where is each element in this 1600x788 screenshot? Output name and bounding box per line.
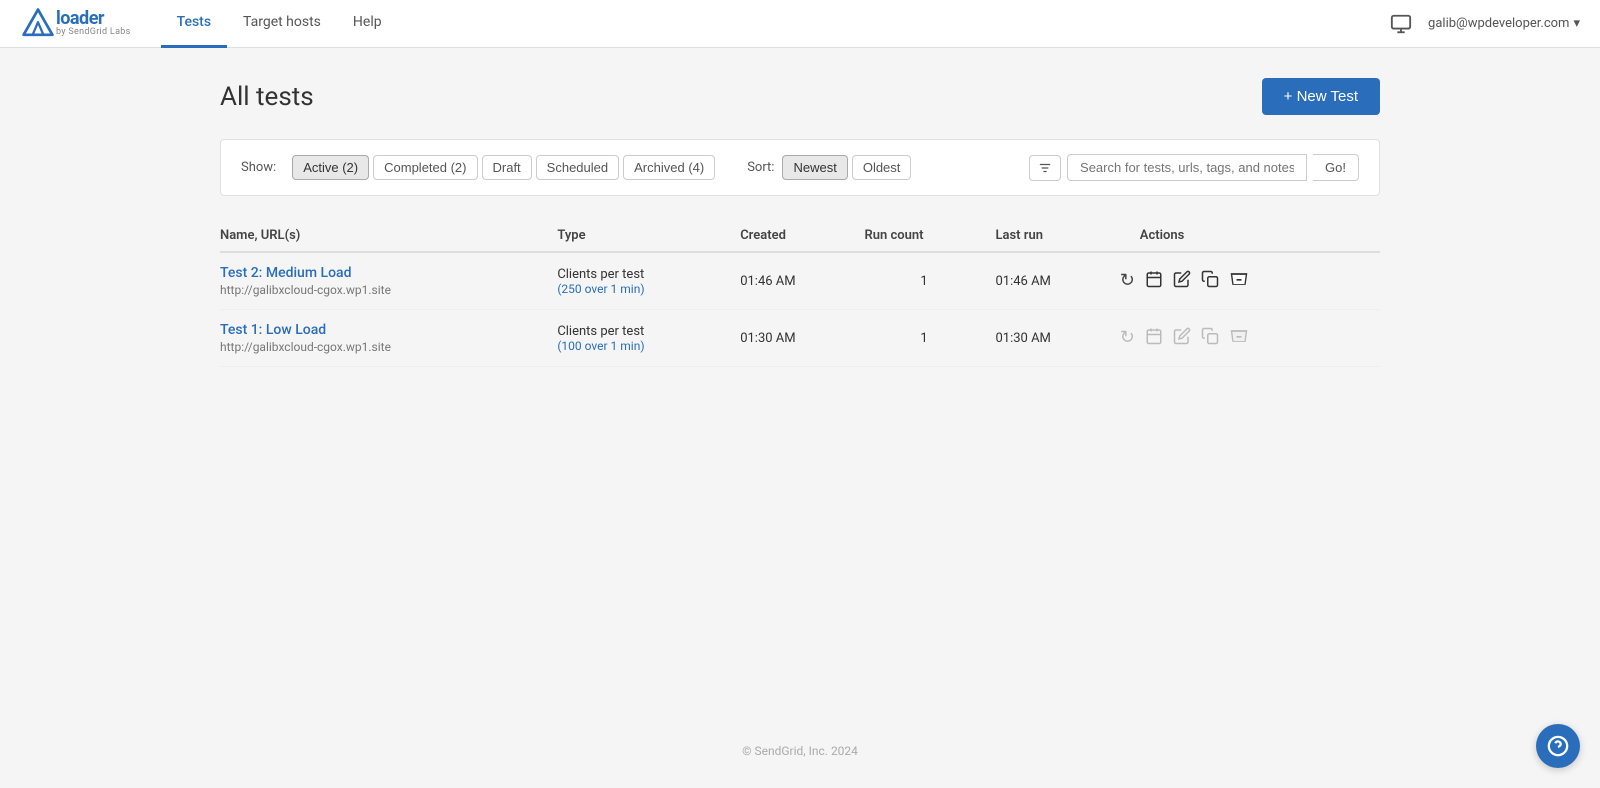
chevron-down-icon: ▾ — [1573, 16, 1580, 31]
page-header: All tests + New Test — [220, 78, 1380, 115]
filter-bar: Show: Active (2) Completed (2) Draft Sch… — [220, 139, 1380, 196]
row2-actions: ↻ — [1120, 327, 1368, 349]
search-input[interactable] — [1067, 154, 1307, 181]
tests-table: Name, URL(s) Type Created Run count Last… — [220, 220, 1380, 367]
table-row: Test 1: Low Load http://galibxcloud-cgox… — [220, 310, 1380, 367]
user-menu[interactable]: galib@wpdeveloper.com ▾ — [1428, 16, 1580, 31]
sort-label: Sort: — [747, 160, 774, 175]
row2-copy-icon — [1201, 327, 1219, 349]
filter-tab-completed[interactable]: Completed (2) — [373, 155, 477, 180]
nav-links: Tests Target hosts Help — [161, 0, 398, 47]
search-go-button[interactable]: Go! — [1313, 154, 1359, 181]
new-test-button[interactable]: + New Test — [1262, 78, 1380, 115]
brand-sub-label: by SendGrid Labs — [56, 28, 131, 38]
nav-tests[interactable]: Tests — [161, 0, 227, 48]
help-circle-icon — [1547, 735, 1569, 757]
page-title: All tests — [220, 82, 314, 112]
row2-name-link[interactable]: Test 1: Low Load — [220, 322, 326, 338]
sort-oldest-button[interactable]: Oldest — [852, 155, 912, 180]
row1-edit-icon[interactable] — [1173, 270, 1191, 292]
row1-actions: ↻ — [1120, 270, 1368, 292]
nav-right: galib@wpdeveloper.com ▾ — [1390, 13, 1580, 35]
chat-icon-button[interactable] — [1390, 13, 1412, 35]
row1-type-detail: (250 over 1 min) — [557, 282, 728, 296]
col-run-count: Run count — [865, 220, 996, 252]
row2-last-run: 01:30 AM — [995, 310, 1119, 367]
table-header: Name, URL(s) Type Created Run count Last… — [220, 220, 1380, 252]
row1-name-link[interactable]: Test 2: Medium Load — [220, 265, 351, 281]
row1-archive-icon[interactable] — [1229, 270, 1249, 292]
col-actions: Actions — [1120, 220, 1380, 252]
row1-rerun-icon[interactable]: ↻ — [1120, 272, 1135, 290]
nav-target-hosts[interactable]: Target hosts — [227, 0, 337, 48]
col-name: Name, URL(s) — [220, 220, 557, 252]
row2-created: 01:30 AM — [740, 310, 864, 367]
row2-archive-icon — [1229, 327, 1249, 349]
row2-actions-cell: ↻ — [1120, 310, 1380, 367]
footer: © SendGrid, Inc. 2024 — [0, 724, 1600, 778]
row2-schedule-icon — [1145, 327, 1163, 349]
brand-text: loader by SendGrid Labs — [56, 9, 131, 39]
sort-section: Sort: Newest Oldest — [747, 155, 911, 180]
loader-logo-icon — [20, 6, 56, 42]
row1-type-label: Clients per test — [557, 267, 728, 282]
row2-type-detail: (100 over 1 min) — [557, 339, 728, 353]
row1-name-cell: Test 2: Medium Load http://galibxcloud-c… — [220, 252, 557, 310]
show-label: Show: — [241, 160, 276, 175]
row1-run-count: 1 — [865, 252, 996, 310]
row1-schedule-icon[interactable] — [1145, 270, 1163, 292]
filter-tab-archived[interactable]: Archived (4) — [623, 155, 715, 180]
col-created: Created — [740, 220, 864, 252]
search-section: Go! — [1029, 154, 1359, 181]
row1-type-cell: Clients per test (250 over 1 min) — [557, 252, 740, 310]
row2-type-cell: Clients per test (100 over 1 min) — [557, 310, 740, 367]
row2-name-cell: Test 1: Low Load http://galibxcloud-cgox… — [220, 310, 557, 367]
col-type: Type — [557, 220, 740, 252]
row1-copy-icon[interactable] — [1201, 270, 1219, 292]
row1-url: http://galibxcloud-cgox.wp1.site — [220, 283, 545, 297]
row2-url: http://galibxcloud-cgox.wp1.site — [220, 340, 545, 354]
filter-icon-button[interactable] — [1029, 155, 1061, 181]
main-content: All tests + New Test Show: Active (2) Co… — [200, 48, 1400, 407]
sort-newest-button[interactable]: Newest — [782, 155, 847, 180]
table-row: Test 2: Medium Load http://galibxcloud-c… — [220, 252, 1380, 310]
footer-text: © SendGrid, Inc. 2024 — [742, 744, 858, 758]
navbar: loader by SendGrid Labs Tests Target hos… — [0, 0, 1600, 48]
row1-actions-cell: ↻ — [1120, 252, 1380, 310]
col-last-run: Last run — [995, 220, 1119, 252]
row1-last-run: 01:46 AM — [995, 252, 1119, 310]
help-bubble-button[interactable] — [1536, 724, 1580, 768]
filter-tabs: Active (2) Completed (2) Draft Scheduled… — [292, 155, 715, 180]
user-email: galib@wpdeveloper.com — [1428, 16, 1569, 31]
row2-edit-icon — [1173, 327, 1191, 349]
row2-rerun-icon: ↻ — [1120, 329, 1135, 347]
row1-created: 01:46 AM — [740, 252, 864, 310]
table-body: Test 2: Medium Load http://galibxcloud-c… — [220, 252, 1380, 367]
nav-help[interactable]: Help — [337, 0, 398, 48]
filter-icon — [1038, 161, 1052, 175]
filter-tab-active[interactable]: Active (2) — [292, 155, 369, 180]
row2-run-count: 1 — [865, 310, 996, 367]
chat-icon — [1390, 13, 1412, 35]
row2-type-label: Clients per test — [557, 324, 728, 339]
filter-tab-draft[interactable]: Draft — [482, 155, 532, 180]
brand-logo[interactable]: loader by SendGrid Labs — [20, 6, 131, 42]
filter-tab-scheduled[interactable]: Scheduled — [536, 155, 619, 180]
brand-loader-label: loader — [56, 9, 131, 29]
